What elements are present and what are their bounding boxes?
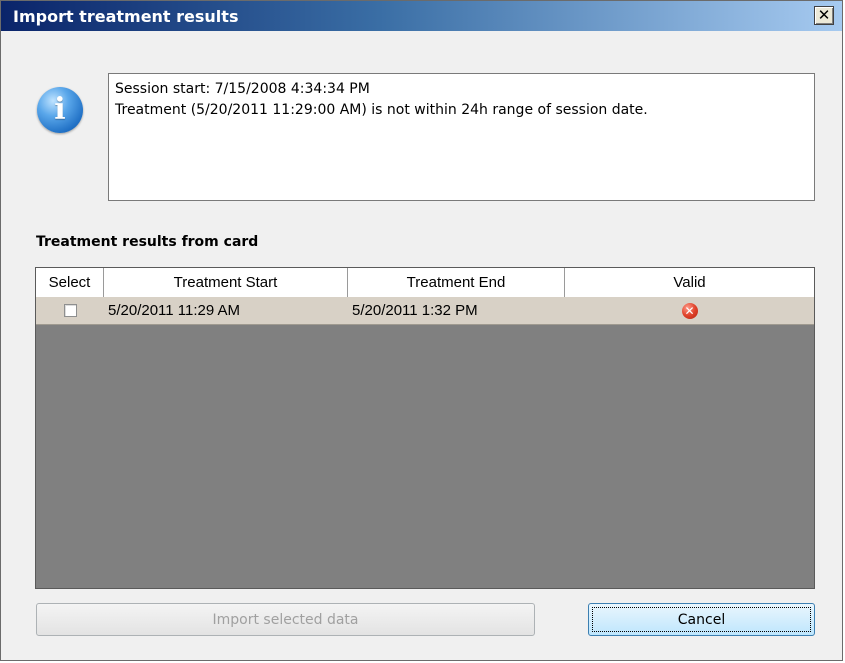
range-warning-message: Treatment (5/20/2011 11:29:00 AM) is not…	[115, 102, 648, 118]
select-checkbox[interactable]	[63, 304, 77, 317]
treatment-results-grid[interactable]: Select Treatment Start Treatment End Val…	[35, 267, 815, 589]
import-selected-button[interactable]: Import selected data	[36, 603, 535, 636]
info-icon-glyph: i	[54, 92, 66, 127]
column-header-treatment-start[interactable]: Treatment Start	[104, 268, 348, 297]
dialog-title: Import treatment results	[13, 7, 239, 26]
column-header-valid[interactable]: Valid	[565, 268, 814, 297]
close-button[interactable]: ✕	[814, 6, 834, 25]
treatment-end-cell: 5/20/2011 1:32 PM	[352, 302, 478, 319]
cancel-button[interactable]: Cancel	[588, 603, 815, 636]
cancel-button-label: Cancel	[677, 611, 726, 628]
close-icon: ✕	[817, 6, 831, 24]
import-dialog: Import treatment results ✕ i Session sta…	[0, 0, 843, 661]
section-heading: Treatment results from card	[36, 234, 259, 250]
session-start-message: Session start: 7/15/2008 4:34:34 PM	[115, 81, 370, 97]
select-cell[interactable]	[36, 297, 104, 324]
valid-cell: ✕	[565, 297, 814, 324]
table-row[interactable]: 5/20/2011 11:29 AM 5/20/2011 1:32 PM ✕	[36, 297, 814, 325]
message-textbox[interactable]: Session start: 7/15/2008 4:34:34 PM Trea…	[108, 73, 815, 201]
column-header-treatment-end[interactable]: Treatment End	[348, 268, 565, 297]
error-icon: ✕	[681, 302, 698, 319]
column-header-select[interactable]: Select	[36, 268, 104, 297]
info-icon: i	[37, 87, 83, 133]
treatment-start-cell: 5/20/2011 11:29 AM	[108, 302, 241, 319]
title-bar[interactable]: Import treatment results ✕	[1, 1, 842, 31]
grid-header: Select Treatment Start Treatment End Val…	[36, 268, 814, 298]
